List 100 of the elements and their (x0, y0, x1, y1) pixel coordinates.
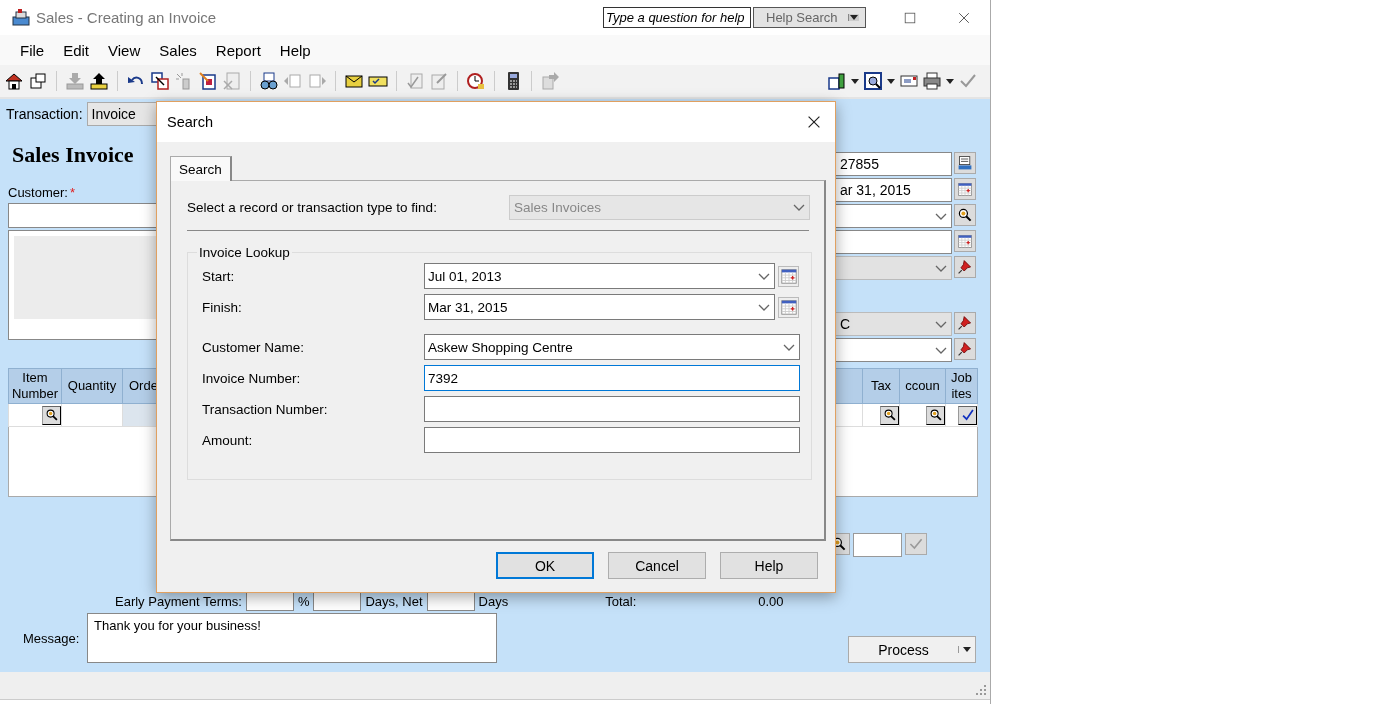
required-mark: * (69, 185, 76, 200)
customer-label: Customer: (8, 185, 68, 200)
caret-icon (848, 14, 859, 21)
input-field[interactable] (424, 427, 800, 453)
column-header[interactable]: Tax (862, 368, 900, 404)
search-icon (882, 408, 897, 422)
table-cell[interactable] (899, 403, 946, 427)
table-cell[interactable] (8, 403, 62, 427)
input-field[interactable] (853, 533, 902, 557)
days-net-label: Days, Net (365, 593, 423, 609)
menu-item[interactable]: Report (215, 41, 261, 59)
chevron-icon (935, 212, 947, 220)
days-label: Days (478, 593, 509, 609)
help-question-field[interactable]: Type a question for help (603, 7, 751, 28)
text-field[interactable]: 27855 (834, 152, 952, 176)
document-edit-icon[interactable] (429, 71, 449, 91)
tab[interactable]: Search (170, 156, 232, 181)
dropdown[interactable]: Askew Shopping Centre (424, 334, 800, 360)
date-dropdown[interactable]: Mar 31, 2015 (424, 294, 775, 320)
date-dropdown[interactable]: Jul 01, 2013 (424, 263, 775, 289)
column-header[interactable]: Job ites (945, 368, 978, 404)
menu-item[interactable]: View (108, 41, 141, 59)
group-title: Invoice Lookup (198, 245, 291, 260)
ledger-icon (957, 155, 973, 171)
calendar-button[interactable] (954, 178, 976, 200)
printer-icon[interactable] (922, 71, 942, 91)
ok-button[interactable]: OK (496, 552, 594, 579)
upload-icon[interactable] (89, 71, 109, 91)
table-cell[interactable] (862, 403, 900, 427)
column-header[interactable]: Quantity (61, 368, 123, 404)
caret-icon (850, 77, 860, 85)
field-label: Customer Name: (202, 339, 306, 355)
document-pencil-icon[interactable] (198, 71, 218, 91)
check-icon (908, 536, 924, 552)
pin-icon (957, 341, 973, 357)
search-button[interactable] (954, 204, 976, 226)
calendar-button[interactable] (954, 230, 976, 252)
record-type-label: Select a record or transaction type to find: (187, 200, 438, 215)
field-label: Transaction Number: (202, 401, 329, 417)
binoculars-icon[interactable] (259, 71, 279, 91)
check-button[interactable] (958, 405, 977, 425)
windows-icon[interactable] (28, 71, 48, 91)
pin-button[interactable] (954, 312, 976, 334)
menu-item[interactable]: File (20, 41, 45, 59)
dropdown[interactable] (834, 338, 952, 362)
column-header[interactable]: ccoun (899, 368, 946, 404)
chevron-icon (758, 272, 770, 280)
pin-icon (957, 315, 973, 331)
ledger-button[interactable] (954, 152, 976, 174)
cash-register-icon (11, 7, 31, 28)
caret-icon (945, 77, 955, 85)
pin-button[interactable] (954, 256, 976, 278)
text-field[interactable]: ar 31, 2015 (834, 178, 952, 202)
window-arrow-icon[interactable] (150, 71, 170, 91)
field-label: Invoice Number: (202, 370, 302, 386)
input-field[interactable]: 7392 (424, 365, 800, 391)
calendar-button[interactable] (778, 265, 799, 287)
chevron-icon (935, 264, 947, 272)
menu-item[interactable]: Sales (159, 41, 197, 59)
cancel-button[interactable]: Cancel (608, 552, 706, 579)
text-field[interactable] (834, 230, 952, 254)
process-button[interactable]: Process (848, 636, 976, 663)
column-header[interactable]: Item Number (8, 368, 62, 404)
search-icon (44, 408, 59, 422)
menu-item[interactable]: Help (279, 41, 311, 59)
percent-label: % (297, 593, 310, 609)
help-button[interactable]: Help (720, 552, 818, 579)
check-button[interactable] (905, 533, 927, 555)
chevron-icon (935, 346, 947, 354)
transaction-label: Transaction: (6, 106, 83, 122)
message-label: Message: (23, 630, 81, 646)
message-field[interactable]: Thank you for your business! (87, 613, 497, 663)
clock-icon[interactable] (466, 71, 486, 91)
form-heading: Sales Invoice (12, 142, 135, 168)
home-icon[interactable] (4, 71, 24, 91)
window-title: Sales - Creating an Invoice (36, 9, 217, 26)
total-value: 0.00 (758, 593, 784, 609)
field-label: Start: (202, 268, 236, 284)
search-button[interactable] (880, 405, 899, 425)
menu-item[interactable]: Edit (63, 41, 90, 59)
calendar-icon (779, 298, 798, 316)
check-icon (960, 408, 975, 422)
field-label: Finish: (202, 299, 243, 315)
table-cell[interactable] (945, 403, 978, 427)
help-search-dropdown[interactable]: Help Search (753, 7, 866, 28)
calendar-button[interactable] (778, 296, 799, 318)
search-button[interactable] (42, 405, 61, 425)
pin-button[interactable] (954, 338, 976, 360)
pin-icon (957, 259, 973, 275)
input-field[interactable] (424, 396, 800, 422)
document-check-icon[interactable] (405, 71, 425, 91)
field-label: Amount: (202, 432, 254, 448)
calendar-icon (957, 233, 973, 249)
search-icon (957, 207, 973, 223)
search-button[interactable] (926, 405, 945, 425)
print-preview-icon[interactable] (863, 71, 883, 91)
search-icon (928, 408, 943, 422)
folder-icon[interactable] (827, 71, 847, 91)
table-cell (61, 403, 123, 427)
resize-grip-icon (975, 684, 987, 696)
